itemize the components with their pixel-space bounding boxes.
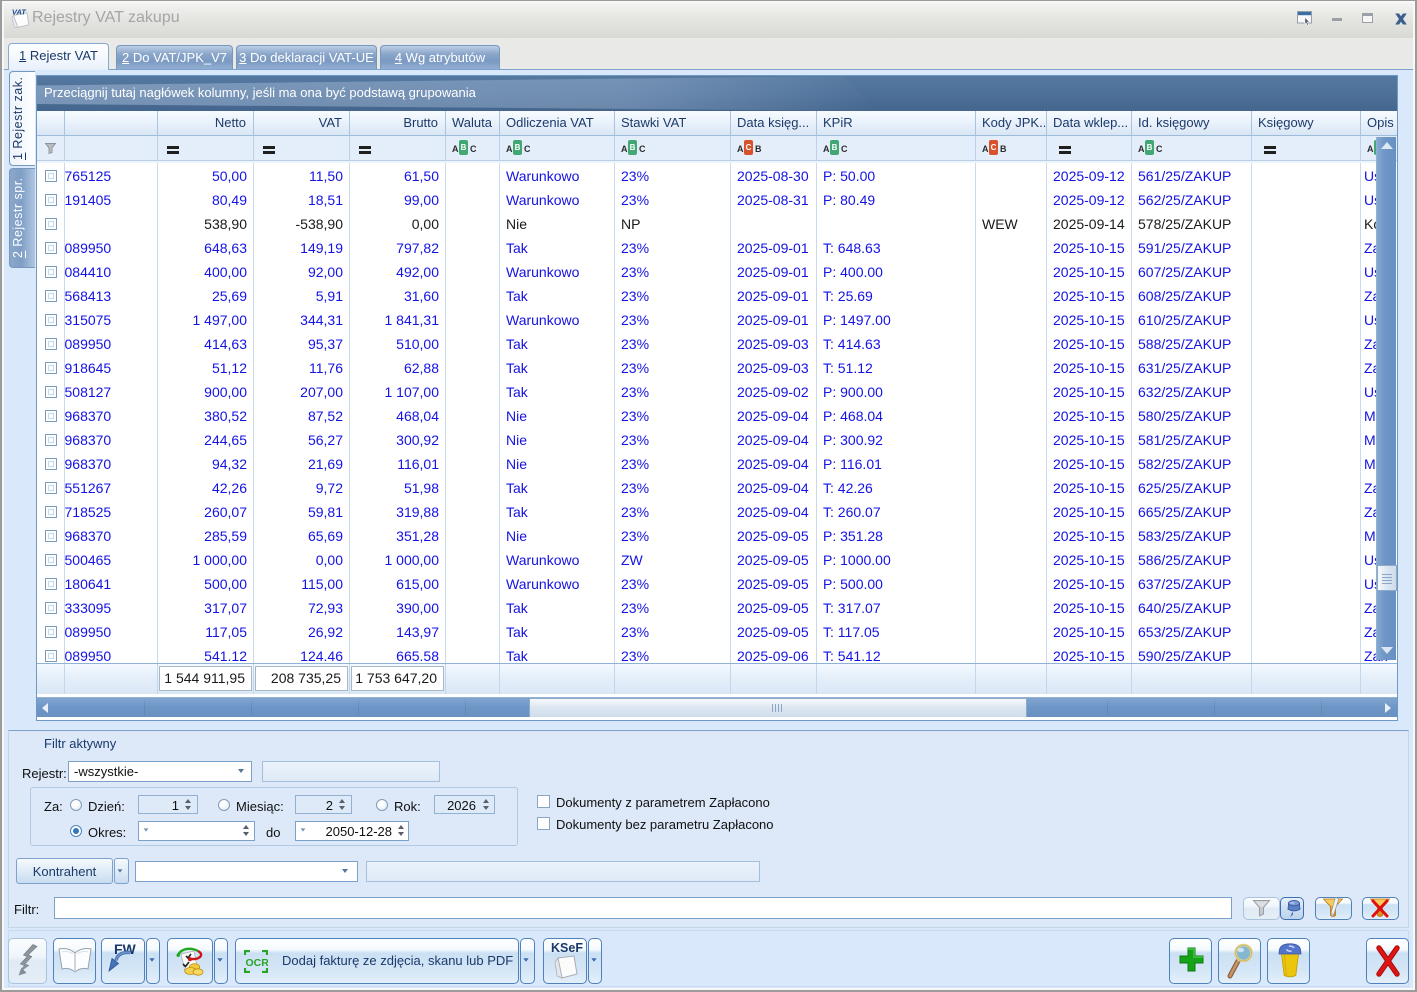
- svg-text:VAT: VAT: [12, 8, 27, 17]
- svg-text:OCR: OCR: [246, 957, 269, 969]
